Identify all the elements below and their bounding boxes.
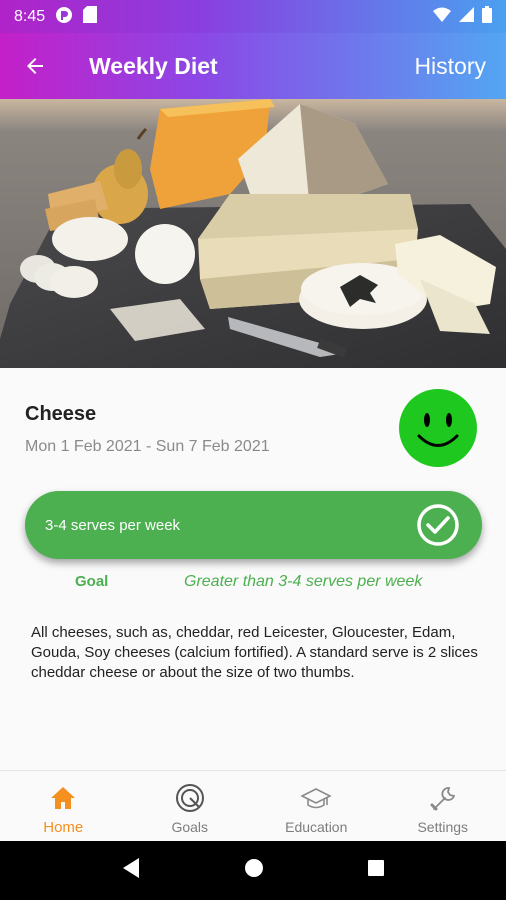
battery-icon [482, 6, 492, 27]
wifi-icon [433, 7, 451, 26]
food-detail: Cheese Mon 1 Feb 2021 - Sun 7 Feb 2021 3… [0, 368, 506, 770]
serves-status-bar[interactable]: 3-4 serves per week [25, 491, 482, 559]
square-recents-icon [367, 860, 384, 876]
back-button[interactable] [0, 33, 70, 99]
nav-item-settings[interactable]: Settings [380, 771, 506, 841]
history-button[interactable]: History [414, 53, 486, 80]
status-time: 8:45 [14, 7, 46, 25]
nav-item-home[interactable]: Home [0, 771, 127, 841]
check-circle-icon [416, 503, 460, 547]
system-recents-button[interactable] [367, 859, 385, 882]
page-title: Weekly Diet [89, 52, 218, 79]
education-icon [301, 783, 332, 813]
goal-value: Greater than 3-4 serves per week [184, 573, 423, 590]
food-image [0, 99, 506, 368]
date-range: Mon 1 Feb 2021 - Sun 7 Feb 2021 [25, 438, 270, 455]
system-nav-bar [0, 841, 506, 900]
nav-item-goals[interactable]: Goals [127, 771, 254, 841]
smiley-face-icon [399, 389, 477, 467]
nav-item-education[interactable]: Education [253, 771, 380, 841]
nav-label-goals: Goals [171, 819, 209, 835]
arrow-back-icon [27, 58, 43, 74]
nav-label-home: Home [43, 819, 84, 836]
circle-home-icon [244, 859, 263, 877]
food-description: All cheeses, such as, cheddar, red Leice… [31, 624, 478, 681]
food-name: Cheese [25, 403, 97, 425]
app-bar: Weekly Diet History [0, 33, 506, 99]
serves-label: 3-4 serves per week [45, 516, 181, 534]
home-icon [48, 783, 78, 813]
bottom-nav: Home Goals Education Settings [0, 770, 506, 841]
goal-label: Goal [75, 573, 109, 590]
goals-icon [175, 783, 205, 813]
triangle-back-icon [123, 858, 140, 878]
nav-label-settings: Settings [417, 819, 469, 835]
system-home-button[interactable] [244, 858, 264, 883]
sd-card-icon [83, 6, 98, 27]
status-bar: 8:45 [0, 0, 506, 33]
wrench-icon [428, 783, 458, 813]
system-back-button[interactable] [121, 857, 141, 884]
nav-label-education: Education [285, 819, 348, 835]
app-notification-icon [55, 6, 73, 28]
signal-icon [459, 7, 474, 26]
